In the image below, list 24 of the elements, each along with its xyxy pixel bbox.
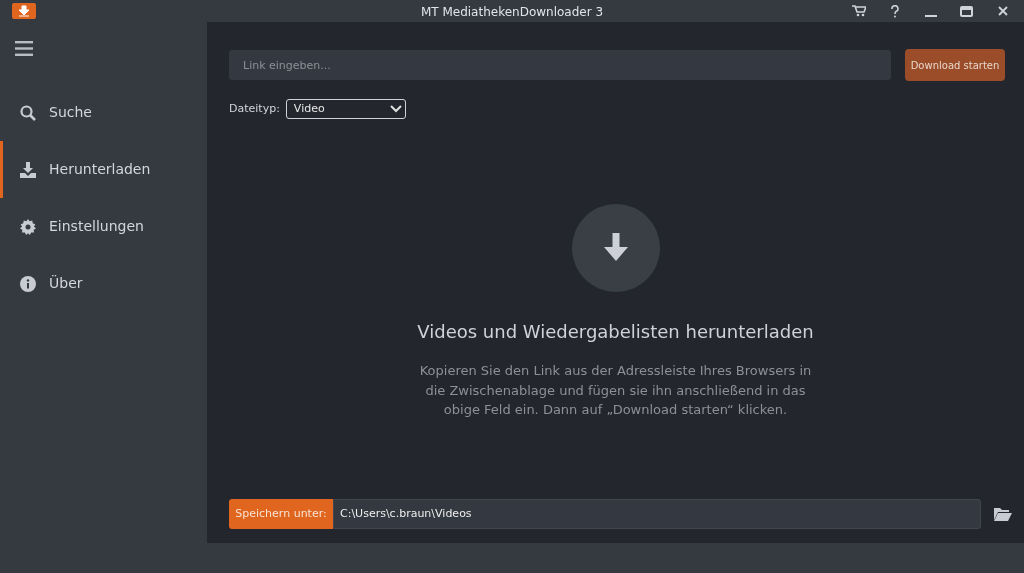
info-icon	[20, 275, 36, 292]
file-type-label: Dateityp:	[229, 100, 280, 117]
folder-icon[interactable]	[994, 507, 1012, 521]
app-logo	[12, 3, 36, 19]
start-download-button[interactable]: Download starten	[905, 49, 1005, 81]
file-type-select[interactable]: Video	[285, 99, 406, 119]
gear-icon	[20, 218, 36, 235]
empty-state-text: Kopieren Sie den Link aus der Adressleiste Ihres Browsers in die Zwischenablage und fügen sie ihn anschließend in das obige Feld ein. Dann auf „Download starten“ klicken.	[418, 362, 813, 419]
sidebar-item[interactable]: Einstellungen	[0, 198, 207, 255]
sidebar-item[interactable]: Über	[0, 255, 207, 312]
download-icon	[20, 161, 36, 178]
chevron-icon	[389, 105, 402, 113]
window-title: MT MediathekenDownloader 3	[420, 4, 604, 21]
help-icon[interactable]	[889, 4, 900, 18]
search-icon	[20, 104, 36, 121]
save-location-label: Speichern unter:	[229, 499, 333, 529]
cart-icon[interactable]	[851, 5, 866, 17]
link-input-field[interactable]: Link eingeben...	[229, 50, 891, 80]
maximize-icon[interactable]	[960, 5, 974, 17]
sidebar-item[interactable]: Suche	[0, 84, 207, 141]
empty-state-title: Videos und Wiedergabelisten herunterladen	[417, 320, 814, 344]
save-path-field[interactable]: C:\Users\c.braun\Videos	[333, 499, 981, 529]
menu-icon[interactable]	[15, 41, 33, 56]
close-icon[interactable]	[997, 6, 1008, 16]
